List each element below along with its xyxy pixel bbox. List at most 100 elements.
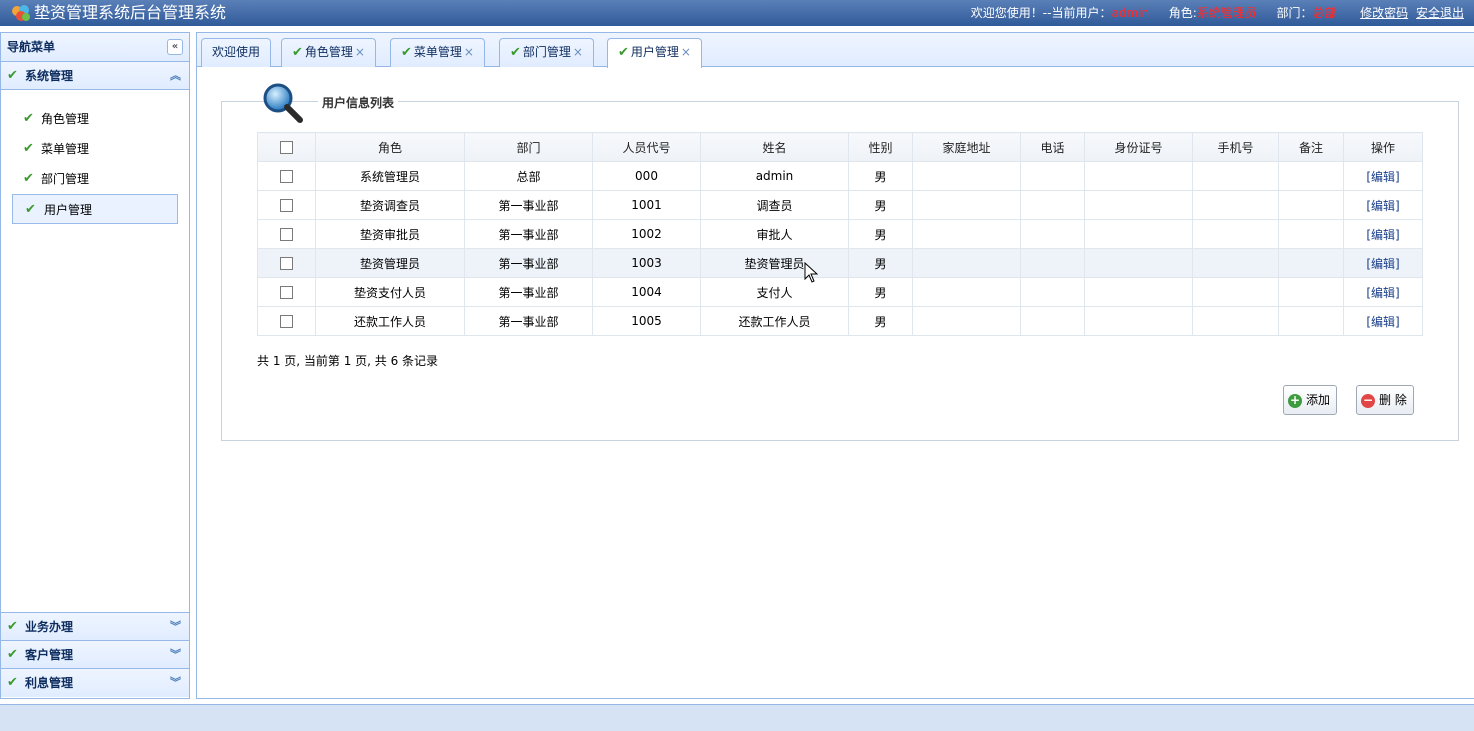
column-header[interactable]: 电话 (1020, 132, 1085, 162)
edit-link[interactable]: [编辑] (1366, 228, 1399, 242)
edit-link[interactable]: [编辑] (1366, 170, 1399, 184)
tab-label: 欢迎使用 (212, 45, 261, 59)
cell-id-number (1084, 306, 1193, 336)
collapse-left-icon[interactable]: « (167, 39, 183, 55)
cell-sex: 男 (848, 248, 913, 278)
chevron-up-icon[interactable]: ︽ (170, 62, 181, 90)
row-checkbox[interactable] (280, 199, 293, 212)
cell-operation: [编辑] (1343, 306, 1423, 336)
sidebar-item-dept-management[interactable]: ✔ 部门管理 (1, 164, 177, 194)
column-header[interactable]: 备注 (1278, 132, 1344, 162)
cell-mobile (1192, 219, 1279, 249)
tab-bar: 欢迎使用 ✔ 角色管理 × ✔ 菜单管理 × ✔ 部门管理 × ✔ 用户管理 × (197, 33, 1474, 68)
table-row[interactable]: 还款工作人员 第一事业部 1005 还款工作人员 男 [编辑] (257, 306, 1423, 336)
cell-mobile (1192, 306, 1279, 336)
cell-code: 1004 (592, 277, 701, 307)
tab-role-management[interactable]: ✔ 角色管理 × (281, 38, 376, 67)
row-checkbox[interactable] (280, 286, 293, 299)
cell-code: 000 (592, 161, 701, 191)
column-header[interactable]: 操作 (1343, 132, 1423, 162)
edit-link[interactable]: [编辑] (1366, 315, 1399, 329)
column-header[interactable]: 姓名 (700, 132, 849, 162)
add-button-label: 添加 (1306, 393, 1331, 407)
column-header[interactable]: 部门 (464, 132, 593, 162)
edit-link[interactable]: [编辑] (1366, 257, 1399, 271)
close-icon[interactable]: × (681, 45, 691, 59)
logout-link[interactable]: 安全退出 (1416, 6, 1464, 20)
close-icon[interactable]: × (573, 45, 583, 59)
nav-title: 导航菜单 (7, 40, 56, 54)
select-all-checkbox[interactable] (280, 141, 293, 154)
tab-welcome[interactable]: 欢迎使用 (201, 38, 272, 67)
table-header-row: 角色 部门 人员代号 姓名 性别 家庭地址 电话 身份证号 手机号 备注 操作 (257, 132, 1423, 162)
cell-dept: 第一事业部 (464, 190, 593, 220)
column-header[interactable]: 角色 (315, 132, 465, 162)
sidebar-item-menu-management[interactable]: ✔ 菜单管理 (1, 134, 177, 164)
column-header[interactable]: 身份证号 (1084, 132, 1193, 162)
nav-section-system[interactable]: ✔ 系统管理 ︽ (1, 62, 189, 90)
nav-section-business[interactable]: ✔ 业务办理 ︾ (1, 613, 189, 641)
cell-dept: 第一事业部 (464, 306, 593, 336)
row-select-cell (257, 306, 316, 336)
chevron-down-icon[interactable]: ︾ (170, 613, 181, 641)
cell-sex: 男 (848, 219, 913, 249)
cell-role: 垫资审批员 (315, 219, 465, 249)
table-row[interactable]: 垫资审批员 第一事业部 1002 审批人 男 [编辑] (257, 219, 1423, 249)
cell-phone (1020, 190, 1085, 220)
sidebar-item-user-management[interactable]: ✔ 用户管理 (12, 194, 178, 224)
row-checkbox[interactable] (280, 170, 293, 183)
chevron-down-icon[interactable]: ︾ (170, 641, 181, 669)
cell-remark (1278, 277, 1344, 307)
check-icon: ✔ (618, 45, 629, 60)
delete-icon: − (1361, 392, 1375, 408)
tab-dept-management[interactable]: ✔ 部门管理 × (499, 38, 594, 67)
mouse-cursor-icon (804, 262, 818, 283)
cell-code: 1002 (592, 219, 701, 249)
cell-mobile (1192, 161, 1279, 191)
row-checkbox[interactable] (280, 315, 293, 328)
cell-sex: 男 (848, 161, 913, 191)
column-header[interactable]: 手机号 (1192, 132, 1279, 162)
dept-label: 部门： (1276, 6, 1313, 20)
column-header[interactable]: 家庭地址 (912, 132, 1021, 162)
table-row[interactable]: 系统管理员 总部 000 admin 男 [编辑] (257, 161, 1423, 191)
table-row[interactable]: 垫资支付人员 第一事业部 1004 支付人 男 [编辑] (257, 277, 1423, 307)
cell-role: 垫资调查员 (315, 190, 465, 220)
tab-user-management[interactable]: ✔ 用户管理 × (607, 38, 702, 68)
nav-section-label: 客户管理 (25, 648, 74, 662)
row-select-cell (257, 248, 316, 278)
nav-section-interest[interactable]: ✔ 利息管理 ︾ (1, 669, 189, 697)
cell-phone (1020, 248, 1085, 278)
nav-section-label: 系统管理 (25, 69, 74, 83)
welcome-text: 欢迎您使用！--当前用户： (970, 6, 1112, 20)
edit-link[interactable]: [编辑] (1366, 199, 1399, 213)
nav-section-customer[interactable]: ✔ 客户管理 ︾ (1, 641, 189, 669)
add-icon: + (1288, 392, 1302, 408)
check-icon: ✔ (23, 111, 34, 126)
delete-button[interactable]: − 删 除 (1356, 385, 1414, 415)
cell-name: 审批人 (700, 219, 849, 249)
column-header[interactable]: 性别 (848, 132, 913, 162)
row-select-cell (257, 277, 316, 307)
cell-name: 支付人 (700, 277, 849, 307)
chevron-down-icon[interactable]: ︾ (170, 669, 181, 697)
fieldset-legend: 用户信息列表 (318, 94, 399, 111)
check-icon: ✔ (23, 141, 34, 156)
change-password-link[interactable]: 修改密码 (1360, 6, 1408, 20)
row-checkbox[interactable] (280, 257, 293, 270)
close-icon[interactable]: × (464, 45, 474, 59)
tab-menu-management[interactable]: ✔ 菜单管理 × (390, 38, 485, 67)
row-select-cell (257, 161, 316, 191)
check-icon: ✔ (25, 202, 36, 217)
close-icon[interactable]: × (355, 45, 365, 59)
cell-name: 还款工作人员 (700, 306, 849, 336)
sidebar-item-role-management[interactable]: ✔ 角色管理 (1, 104, 177, 134)
add-button[interactable]: + 添加 (1283, 385, 1338, 415)
sidebar-item-label: 部门管理 (41, 172, 90, 186)
table-row[interactable]: 垫资调查员 第一事业部 1001 调查员 男 [编辑] (257, 190, 1423, 220)
table-row[interactable]: 垫资管理员 第一事业部 1003 垫资管理员 男 [编辑] (257, 248, 1423, 278)
role-label: 角色: (1168, 6, 1197, 20)
edit-link[interactable]: [编辑] (1366, 286, 1399, 300)
column-header[interactable]: 人员代号 (592, 132, 701, 162)
row-checkbox[interactable] (280, 228, 293, 241)
